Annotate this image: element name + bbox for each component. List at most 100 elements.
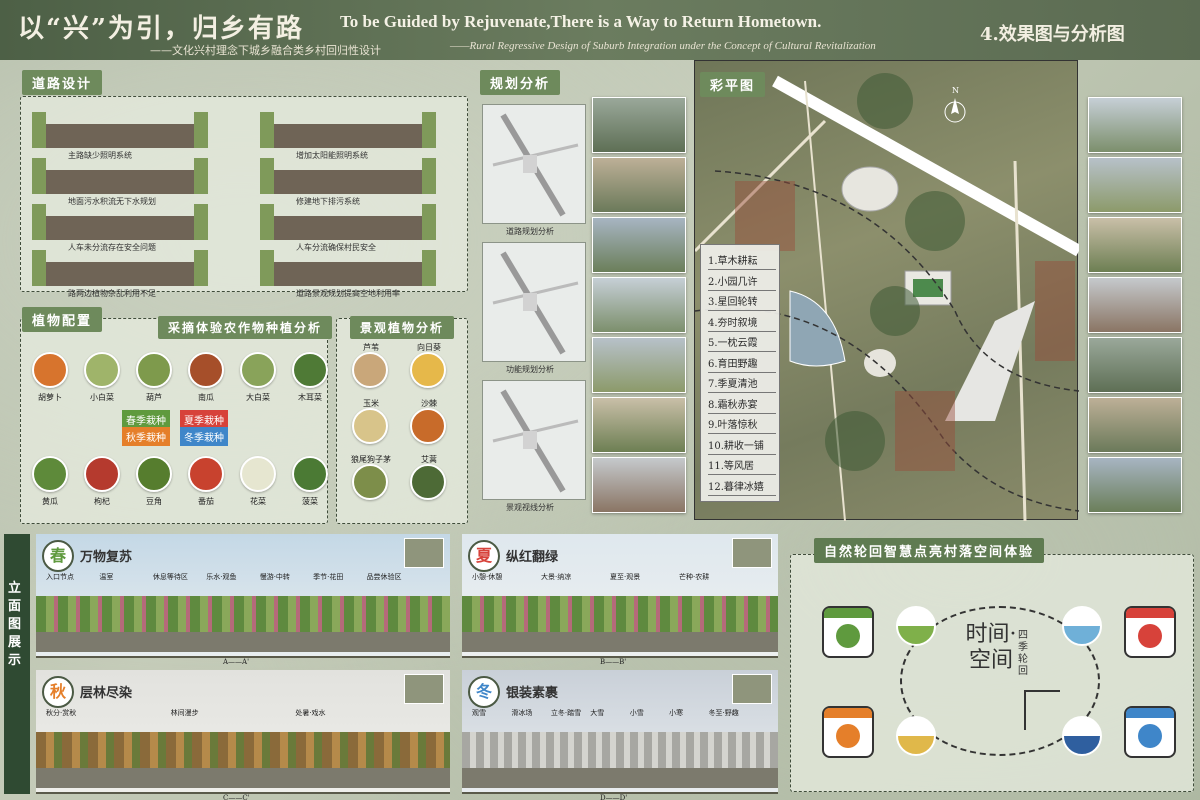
section-mark: B——B' (600, 658, 627, 666)
elevation-label: 温室 (99, 573, 114, 581)
spring-calendar-header (824, 608, 872, 618)
compass-icon (944, 98, 966, 123)
season-label: 秋季栽种 (122, 427, 170, 446)
tree-line (36, 732, 450, 768)
rendering-thumbnail[interactable] (592, 397, 686, 453)
elevation-label: 立冬·踏雪 (550, 709, 582, 717)
rendering-thumbnail[interactable] (592, 97, 686, 153)
legend-item[interactable]: 7.季夏清池 (708, 373, 776, 393)
english-subtitle: ——Rural Regressive Design of Suburb Inte… (450, 40, 876, 52)
planning-caption: 景观视线分析 (506, 503, 554, 512)
elevation-label: 小雪 (629, 709, 644, 717)
legend-item[interactable]: 9.叶落惊秋 (708, 414, 776, 434)
crop-photo (292, 352, 328, 388)
elevation-label: 林间漫步 (170, 709, 199, 717)
road-section (32, 158, 208, 194)
ground-section (462, 768, 778, 788)
legend-item[interactable]: 5.一枕云霞 (708, 332, 776, 352)
key-map-inset (732, 674, 772, 704)
road-section (32, 112, 208, 148)
road-caption: 修建地下排污系统 (296, 197, 360, 206)
rendering-thumbnail[interactable] (1088, 457, 1182, 513)
rendering-thumbnail[interactable] (1088, 277, 1182, 333)
ground-section (462, 632, 778, 652)
winter-symbol (1138, 724, 1162, 748)
landscape-plant-photo (410, 464, 446, 500)
road-caption: 主路缺少照明系统 (68, 151, 132, 160)
crop-label: 南瓜 (198, 393, 214, 402)
crop-label: 葫芦 (146, 393, 162, 402)
landscape-plant-photo (352, 408, 388, 444)
elevation-label: 滑冰场 (511, 709, 533, 717)
crop-photo (240, 352, 276, 388)
rendering-thumbnail[interactable] (592, 277, 686, 333)
planning-map[interactable] (482, 104, 586, 224)
section-mark: A——A' (223, 658, 250, 666)
rendering-thumbnail[interactable] (1088, 157, 1182, 213)
crop-photo (188, 352, 224, 388)
rendering-thumbnail[interactable] (1088, 337, 1182, 393)
page-title: 以“兴”为引，归乡有路 (18, 14, 304, 44)
crop-photo (84, 352, 120, 388)
road-section (260, 250, 436, 286)
summer-calendar-header (1126, 608, 1174, 618)
legend-item[interactable]: 8.霜秋赤宴 (708, 394, 776, 414)
road-section (260, 158, 436, 194)
elevation-label: 休息等待区 (152, 573, 188, 581)
rendering-thumbnail[interactable] (1088, 397, 1182, 453)
planning-map[interactable] (482, 380, 586, 500)
section-mark: D——D' (600, 794, 628, 800)
tree-line (36, 596, 450, 632)
crop-photo (32, 352, 68, 388)
crop-label: 木耳菜 (298, 393, 322, 402)
elevation-label: 秋分·赏秋 (46, 709, 77, 717)
rendering-thumbnail[interactable] (592, 157, 686, 213)
elevation-label: 乐水·观鱼 (206, 573, 237, 581)
tree-line (462, 732, 778, 768)
autumn-landscape-icon (896, 716, 936, 756)
elevation-tag: 立面图展示 (8, 581, 22, 668)
rendering-thumbnail[interactable] (592, 337, 686, 393)
crop-label: 小白菜 (90, 393, 114, 402)
rendering-thumbnail[interactable] (592, 457, 686, 513)
elevation-title: 层林尽染 (80, 686, 133, 701)
elevation-label: 芒种·农耕 (679, 573, 710, 581)
legend-item[interactable]: 3.星回轮转 (708, 291, 776, 311)
rendering-thumbnail[interactable] (592, 217, 686, 273)
legend-item[interactable]: 2.小园几许 (708, 271, 776, 291)
season-badge: 秋 (42, 676, 74, 708)
rendering-thumbnail[interactable] (1088, 97, 1182, 153)
landscape-plant-photo (352, 352, 388, 388)
road-section (32, 250, 208, 286)
elevation-label: 大雪 (590, 709, 605, 717)
key-map-inset (732, 538, 772, 568)
road-caption: 增加太阳能照明系统 (296, 151, 368, 160)
crop-label: 菠菜 (302, 497, 318, 506)
landscape-title: 景观植物分析 (350, 316, 455, 339)
elevation-label: 大景·纳凉 (541, 573, 572, 581)
road-design-tag: 道路设计 (22, 70, 103, 95)
autumn-symbol (836, 724, 860, 748)
crop-label: 枸杞 (94, 497, 110, 506)
winter-calendar-header (1126, 708, 1174, 718)
landscape-plant-photo (410, 408, 446, 444)
summer-symbol (1138, 624, 1162, 648)
autumn-calendar-header (824, 708, 872, 718)
legend-item[interactable]: 10.耕收一铺 (708, 435, 776, 455)
rendering-thumbnail[interactable] (1088, 217, 1182, 273)
planning-tag: 规划分析 (480, 70, 561, 95)
planning-map[interactable] (482, 242, 586, 362)
legend-item[interactable]: 11.等风居 (708, 455, 776, 475)
legend-item[interactable]: 1.草木耕耘 (708, 250, 776, 270)
elevation-title: 银装素裹 (506, 686, 559, 701)
compass-north: N (952, 86, 959, 95)
planning-caption: 功能规划分析 (506, 365, 554, 374)
key-map-inset (404, 674, 444, 704)
road-caption: 人车未分流存在安全问题 (68, 243, 156, 252)
season-label: 冬季栽种 (180, 427, 228, 446)
legend-item[interactable]: 12.暮律冰嬉 (708, 476, 776, 496)
legend-item[interactable]: 6.育田野趣 (708, 353, 776, 373)
legend-item[interactable]: 4.夯时叙境 (708, 312, 776, 332)
road-section (260, 112, 436, 148)
experience-tag: 自然轮回智慧点亮村落空间体验 (814, 538, 1045, 563)
